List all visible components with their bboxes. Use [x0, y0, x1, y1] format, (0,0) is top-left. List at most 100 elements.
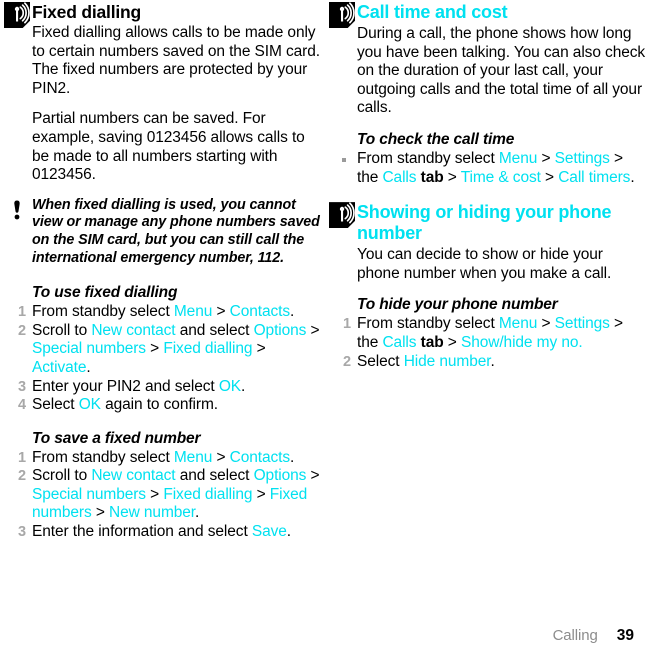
- step-text: Scroll to: [32, 467, 92, 485]
- antenna-signal-icon: [4, 2, 30, 28]
- step-text: >: [537, 149, 555, 167]
- step-text: >: [252, 485, 270, 503]
- step-text: From standby select: [357, 149, 499, 167]
- ui-token[interactable]: Settings: [555, 315, 610, 332]
- step-text: >: [540, 168, 559, 186]
- ui-token[interactable]: Save: [252, 523, 287, 540]
- page-footer: Calling 39: [553, 627, 634, 645]
- ui-token[interactable]: Fixed dialling: [163, 486, 252, 503]
- procedure-heading: To check the call time: [357, 130, 515, 148]
- body-paragraph: Fixed dialling allows calls to be made o…: [32, 24, 320, 97]
- procedure-heading: To use fixed dialling: [32, 284, 178, 302]
- procedure-steps: From standby select Menu > Contacts. Scro…: [4, 449, 322, 542]
- ui-token[interactable]: Menu: [174, 303, 212, 320]
- procedure-steps: From standby select Menu > Settings > th…: [329, 315, 647, 371]
- step-text: and select: [175, 467, 254, 485]
- ui-token[interactable]: Special numbers: [32, 486, 146, 503]
- step-text: Enter the information and select: [32, 523, 252, 541]
- step-text: >: [212, 448, 230, 466]
- step-text: .: [290, 303, 295, 321]
- section-call-time-and-cost: Call time and cost: [329, 1, 647, 28]
- step-text: .: [286, 523, 292, 541]
- step-text: .: [195, 504, 200, 522]
- step-text: From standby select: [32, 448, 174, 466]
- manual-page: Fixed dialling Fixed dialling allows cal…: [0, 0, 647, 653]
- step-text: .: [630, 168, 635, 186]
- step-item: From standby select Menu > Contacts.: [4, 449, 322, 468]
- step-item: From standby select Menu > Contacts.: [4, 303, 322, 322]
- step-item: Enter the information and select Save.: [4, 523, 322, 542]
- step-text: >: [443, 333, 461, 351]
- antenna-signal-icon: [329, 2, 355, 28]
- step-text: and select: [175, 321, 254, 339]
- step-text: Enter your PIN2 and select: [32, 377, 219, 395]
- step-text: again to confirm.: [100, 396, 218, 414]
- ui-token[interactable]: Settings: [555, 150, 610, 167]
- step-item: From standby select Menu > Settings > th…: [329, 315, 647, 352]
- body-paragraph: You can decide to show or hide your phon…: [357, 246, 612, 282]
- ui-token[interactable]: Time & cost: [461, 169, 541, 186]
- section-fixed-dialling: Fixed dialling: [4, 1, 322, 28]
- ui-token[interactable]: New contact: [91, 467, 175, 484]
- step-text: From standby select: [357, 315, 499, 333]
- step-text: From standby select: [32, 303, 174, 321]
- emphasis-text: tab: [416, 333, 444, 351]
- ui-token[interactable]: Contacts: [230, 303, 290, 320]
- step-text: .: [241, 377, 246, 395]
- left-column: Fixed dialling Fixed dialling allows cal…: [4, 0, 322, 653]
- body-paragraph: Partial numbers can be saved. For exampl…: [32, 110, 305, 184]
- footer-page-number: 39: [616, 627, 634, 644]
- ui-token[interactable]: Fixed dialling: [163, 340, 252, 357]
- ui-token[interactable]: Hide number: [404, 353, 491, 370]
- ui-token[interactable]: Options: [254, 467, 307, 484]
- ui-token[interactable]: Calls: [382, 334, 416, 351]
- step-text: >: [443, 168, 461, 186]
- step-item: Select OK again to confirm.: [4, 396, 322, 415]
- ui-token[interactable]: New number: [109, 504, 195, 521]
- right-column: Call time and cost During a call, the ph…: [329, 0, 647, 653]
- note-text: When fixed dialling is used, you cannot …: [32, 196, 320, 266]
- section-title: Fixed dialling: [32, 2, 142, 22]
- ui-token[interactable]: Menu: [174, 449, 212, 466]
- step-text: >: [91, 504, 109, 522]
- step-item: Scroll to New contact and select Options…: [4, 322, 322, 378]
- ui-token[interactable]: Menu: [499, 150, 537, 167]
- step-text: >: [537, 315, 555, 333]
- ui-token[interactable]: Calls: [382, 169, 416, 186]
- ui-token[interactable]: Contacts: [230, 449, 290, 466]
- step-text: >: [306, 321, 320, 339]
- ui-token[interactable]: New contact: [91, 322, 175, 339]
- step-item: From standby select Menu > Settings > th…: [329, 150, 647, 187]
- step-text: Select: [32, 396, 79, 414]
- emphasis-text: tab: [416, 168, 444, 186]
- step-text: .: [86, 358, 91, 376]
- ui-token[interactable]: OK: [219, 378, 241, 395]
- footer-chapter-name: Calling: [552, 627, 598, 644]
- step-text: >: [306, 467, 320, 485]
- ui-token[interactable]: Menu: [499, 315, 537, 332]
- ui-token[interactable]: Show/hide my no.: [461, 334, 583, 351]
- step-text: Select: [357, 352, 404, 370]
- procedure-bullets: From standby select Menu > Settings > th…: [329, 150, 647, 187]
- ui-token[interactable]: Options: [254, 322, 307, 339]
- procedure-steps: From standby select Menu > Contacts. Scro…: [4, 303, 322, 415]
- body-paragraph: During a call, the phone shows how long …: [357, 25, 646, 117]
- step-text: >: [145, 485, 164, 503]
- step-text: >: [145, 340, 164, 358]
- procedure-heading: To hide your phone number: [357, 296, 558, 314]
- ui-token[interactable]: Special numbers: [32, 340, 146, 357]
- exclamation-mark-icon: [12, 200, 22, 220]
- procedure-heading: To save a fixed number: [32, 429, 201, 447]
- section-title: Call time and cost: [357, 2, 508, 22]
- step-item: Select Hide number.: [329, 353, 647, 372]
- step-text: >: [252, 340, 266, 358]
- step-text: .: [490, 352, 495, 370]
- ui-token[interactable]: Call timers: [558, 169, 630, 186]
- step-item: Scroll to New contact and select Options…: [4, 467, 322, 523]
- section-title: Showing or hiding your phone number: [357, 202, 612, 244]
- section-showing-hiding-phone-number: Showing or hiding your phone number: [329, 201, 647, 244]
- step-text: Scroll to: [32, 321, 92, 339]
- step-text: >: [212, 303, 230, 321]
- ui-token[interactable]: OK: [79, 396, 101, 413]
- ui-token[interactable]: Activate: [32, 359, 86, 376]
